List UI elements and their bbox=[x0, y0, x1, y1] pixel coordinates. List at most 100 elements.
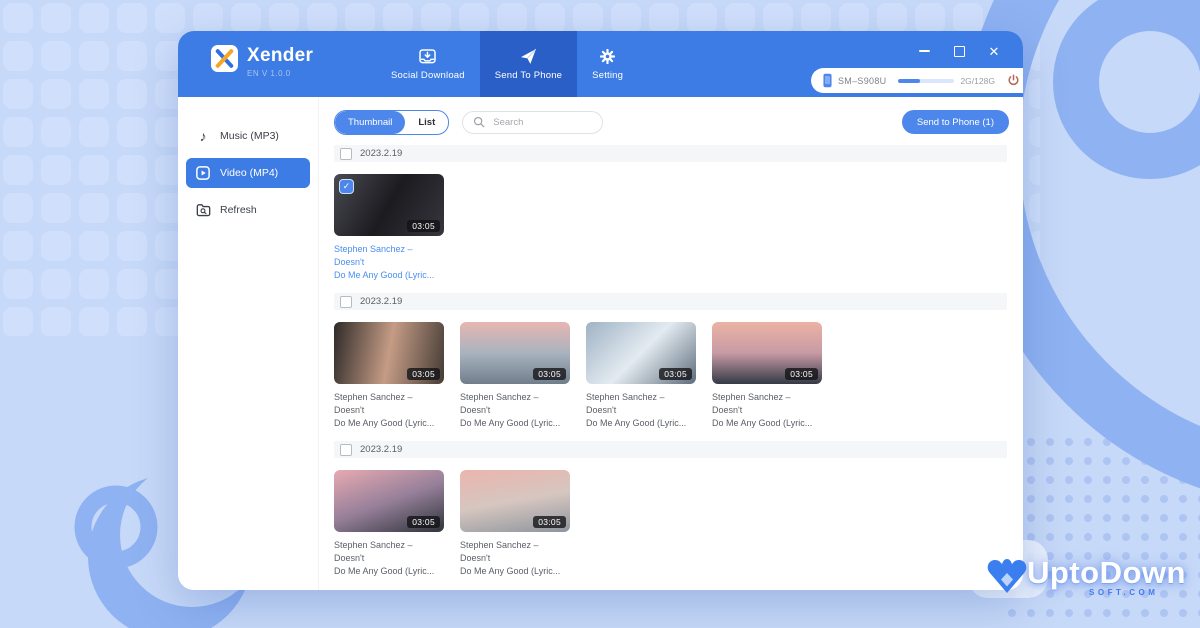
group-select-checkbox[interactable] bbox=[340, 148, 352, 160]
maximize-icon bbox=[954, 46, 965, 57]
tab-label: Send To Phone bbox=[495, 70, 562, 81]
duration-badge: 03:05 bbox=[407, 516, 440, 528]
sidebar-item-label: Video (MP4) bbox=[220, 167, 278, 179]
selected-checkbox[interactable]: ✓ bbox=[339, 179, 354, 194]
duration-badge: 03:05 bbox=[407, 220, 440, 232]
video-title-line2: Do Me Any Good (Lyric... bbox=[460, 565, 570, 578]
cards-row: ✓ 03:05 Stephen Sanchez – Doesn't Do Me … bbox=[334, 470, 1009, 578]
video-title-line2: Do Me Any Good (Lyric... bbox=[334, 269, 444, 282]
nav-tabs: Social Download Send To Phone Setting bbox=[376, 31, 638, 97]
group-select-checkbox[interactable] bbox=[340, 444, 352, 456]
video-card[interactable]: ✓ 03:05 Stephen Sanchez – Doesn't Do Me … bbox=[460, 322, 570, 430]
app-name: Xender bbox=[247, 45, 313, 67]
video-card[interactable]: ✓ 03:05 Stephen Sanchez – Doesn't Do Me … bbox=[460, 470, 570, 578]
xender-logo-icon bbox=[211, 45, 238, 72]
cards-row: ✓ 03:05 Stephen Sanchez – Doesn't Do Me … bbox=[334, 322, 1009, 430]
video-title-line1: Stephen Sanchez – Doesn't bbox=[334, 539, 444, 565]
xender-window: Xender EN V 1.0.0 Social Download Send To… bbox=[178, 31, 1023, 590]
video-title: Stephen Sanchez – Doesn't Do Me Any Good… bbox=[334, 243, 444, 282]
tab-label: Setting bbox=[592, 70, 623, 81]
maximize-button[interactable] bbox=[952, 44, 966, 58]
video-title-line1: Stephen Sanchez – Doesn't bbox=[334, 391, 444, 417]
video-thumbnail[interactable]: ✓ 03:05 bbox=[334, 322, 444, 384]
send-to-phone-button[interactable]: Send to Phone (1) bbox=[902, 110, 1009, 134]
close-button[interactable]: ✕ bbox=[987, 44, 1001, 58]
date-group-header: 2023.2.19 bbox=[334, 145, 1007, 162]
video-title-line2: Do Me Any Good (Lyric... bbox=[460, 417, 570, 430]
video-title: Stephen Sanchez – Doesn't Do Me Any Good… bbox=[334, 539, 444, 578]
tab-social-download[interactable]: Social Download bbox=[376, 31, 480, 97]
video-play-icon bbox=[195, 166, 211, 180]
sidebar-item-label: Refresh bbox=[220, 204, 257, 216]
duration-badge: 03:05 bbox=[533, 516, 566, 528]
group-date-label: 2023.2.19 bbox=[360, 148, 402, 159]
sidebar-item-refresh[interactable]: Refresh bbox=[186, 195, 310, 225]
content-area: Thumbnail List Send to Phone (1) 2023.2.… bbox=[319, 97, 1023, 590]
video-thumbnail[interactable]: ✓ 03:05 bbox=[460, 322, 570, 384]
folder-search-icon bbox=[195, 203, 211, 217]
video-title: Stephen Sanchez – Doesn't Do Me Any Good… bbox=[460, 539, 570, 578]
minimize-icon bbox=[919, 50, 930, 52]
video-thumbnail[interactable]: ✓ 03:05 bbox=[334, 470, 444, 532]
video-title-line1: Stephen Sanchez – Doesn't bbox=[586, 391, 696, 417]
sidebar: ♪ Music (MP3) Video (MP4) Refresh bbox=[178, 97, 319, 590]
app-logo-area: Xender EN V 1.0.0 bbox=[211, 45, 313, 78]
list-view-button[interactable]: List bbox=[405, 111, 448, 134]
video-title-line1: Stephen Sanchez – Doesn't bbox=[334, 243, 444, 269]
video-card[interactable]: ✓ 03:05 Stephen Sanchez – Doesn't Do Me … bbox=[712, 322, 822, 430]
date-group: 2023.2.19 ✓ 03:05 Stephen Sanchez – Does… bbox=[334, 293, 1009, 430]
toolbar: Thumbnail List Send to Phone (1) bbox=[334, 110, 1009, 134]
video-title-line1: Stephen Sanchez – Doesn't bbox=[712, 391, 822, 417]
video-title-line2: Do Me Any Good (Lyric... bbox=[712, 417, 822, 430]
storage-bar-fill bbox=[898, 79, 919, 83]
phone-icon bbox=[823, 73, 832, 88]
window-body: ♪ Music (MP3) Video (MP4) Refresh Thumbnail… bbox=[178, 97, 1023, 590]
duration-badge: 03:05 bbox=[785, 368, 818, 380]
search-box bbox=[462, 111, 603, 134]
video-thumbnail[interactable]: ✓ 03:05 bbox=[586, 322, 696, 384]
sidebar-item-label: Music (MP3) bbox=[220, 130, 279, 142]
gear-icon bbox=[600, 48, 615, 65]
music-note-icon: ♪ bbox=[195, 129, 211, 143]
group-select-checkbox[interactable] bbox=[340, 296, 352, 308]
window-controls: ✕ bbox=[917, 44, 1001, 58]
tab-setting[interactable]: Setting bbox=[577, 31, 638, 97]
group-date-label: 2023.2.19 bbox=[360, 296, 402, 307]
file-groups: 2023.2.19 ✓ 03:05 Stephen Sanchez – Does… bbox=[334, 145, 1009, 578]
watermark-subtitle: SOFT.COM bbox=[1089, 588, 1158, 597]
video-card[interactable]: ✓ 03:05 Stephen Sanchez – Doesn't Do Me … bbox=[334, 470, 444, 578]
titlebar: Xender EN V 1.0.0 Social Download Send To… bbox=[178, 31, 1023, 97]
video-title-line2: Do Me Any Good (Lyric... bbox=[334, 565, 444, 578]
date-group: 2023.2.19 ✓ 03:05 Stephen Sanchez – Does… bbox=[334, 441, 1009, 578]
duration-badge: 03:05 bbox=[407, 368, 440, 380]
sidebar-item-music-mp3[interactable]: ♪ Music (MP3) bbox=[186, 121, 310, 151]
video-title-line2: Do Me Any Good (Lyric... bbox=[334, 417, 444, 430]
video-card[interactable]: ✓ 03:05 Stephen Sanchez – Doesn't Do Me … bbox=[586, 322, 696, 430]
group-date-label: 2023.2.19 bbox=[360, 444, 402, 455]
search-input[interactable] bbox=[491, 116, 592, 129]
video-title: Stephen Sanchez – Doesn't Do Me Any Good… bbox=[334, 391, 444, 430]
send-icon bbox=[520, 48, 537, 65]
video-title: Stephen Sanchez – Doesn't Do Me Any Good… bbox=[460, 391, 570, 430]
video-title-line2: Do Me Any Good (Lyric... bbox=[586, 417, 696, 430]
tab-send-to-phone[interactable]: Send To Phone bbox=[480, 31, 577, 97]
video-thumbnail[interactable]: ✓ 03:05 bbox=[334, 174, 444, 236]
video-thumbnail[interactable]: ✓ 03:05 bbox=[712, 322, 822, 384]
device-model: SM–S908U bbox=[838, 76, 886, 86]
thumbnail-view-button[interactable]: Thumbnail bbox=[335, 111, 405, 134]
sidebar-item-video-mp4[interactable]: Video (MP4) bbox=[186, 158, 310, 188]
app-version: EN V 1.0.0 bbox=[247, 69, 313, 78]
social-download-icon bbox=[419, 48, 436, 65]
minimize-button[interactable] bbox=[917, 44, 931, 58]
video-title-line1: Stephen Sanchez – Doesn't bbox=[460, 539, 570, 565]
video-title: Stephen Sanchez – Doesn't Do Me Any Good… bbox=[712, 391, 822, 430]
storage-bar bbox=[898, 79, 954, 83]
video-card[interactable]: ✓ 03:05 Stephen Sanchez – Doesn't Do Me … bbox=[334, 322, 444, 430]
view-toggle: Thumbnail List bbox=[334, 110, 449, 135]
duration-badge: 03:05 bbox=[533, 368, 566, 380]
video-title: Stephen Sanchez – Doesn't Do Me Any Good… bbox=[586, 391, 696, 430]
video-thumbnail[interactable]: ✓ 03:05 bbox=[460, 470, 570, 532]
disconnect-power-icon[interactable] bbox=[1007, 74, 1020, 87]
tab-label: Social Download bbox=[391, 70, 465, 81]
video-card[interactable]: ✓ 03:05 Stephen Sanchez – Doesn't Do Me … bbox=[334, 174, 444, 282]
